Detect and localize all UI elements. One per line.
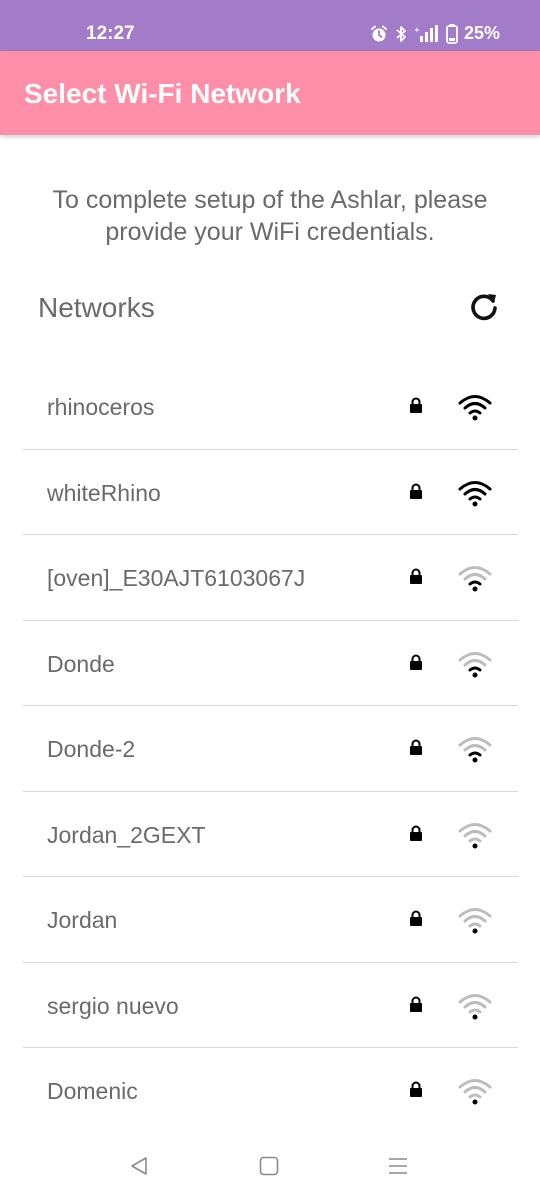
networks-heading: Networks <box>38 292 155 323</box>
network-name: Jordan <box>47 907 118 933</box>
network-name: Donde-2 <box>47 736 136 762</box>
page-title: Select Wi-Fi Network <box>24 78 301 109</box>
lock-icon <box>409 654 423 675</box>
network-row[interactable]: Jordan_2GEXT <box>23 792 518 877</box>
wifi-signal-icon <box>457 1076 493 1111</box>
app-bar: Select Wi-Fi Network <box>0 51 540 135</box>
lock-icon <box>409 397 423 418</box>
network-name: rhinoceros <box>47 394 155 420</box>
lock-icon <box>409 910 423 931</box>
home-icon[interactable] <box>258 1155 280 1177</box>
recents-icon[interactable] <box>387 1155 409 1177</box>
alarm-icon <box>370 25 387 41</box>
wifi-signal-icon <box>457 649 493 684</box>
lock-icon <box>409 739 423 760</box>
lock-icon <box>409 1081 423 1102</box>
intro-text: To complete setup of the Ashlar, please … <box>20 184 520 248</box>
battery-icon <box>446 23 458 44</box>
lock-icon <box>409 568 423 589</box>
navigation-bar <box>0 1135 540 1200</box>
status-icons: + 25% <box>370 23 500 44</box>
refresh-button[interactable] <box>466 288 502 324</box>
network-row[interactable]: sergio nuevo <box>23 963 518 1048</box>
wifi-signal-icon <box>457 478 493 513</box>
status-bar: 12:27 + 25% <box>0 0 540 51</box>
wifi-signal-icon <box>457 392 493 427</box>
wifi-signal-icon <box>457 905 493 940</box>
network-name: sergio nuevo <box>47 992 179 1019</box>
network-row[interactable]: rhinoceros <box>23 364 518 450</box>
network-row[interactable]: whiteRhino <box>23 450 518 535</box>
wifi-signal-icon <box>457 991 493 1026</box>
intro-line-1: To complete setup of the Ashlar, please <box>52 186 488 214</box>
network-name: Donde <box>47 650 115 677</box>
network-name: Domenic <box>47 1078 138 1104</box>
back-icon[interactable] <box>128 1155 150 1177</box>
lock-icon <box>409 996 423 1017</box>
wifi-signal-icon <box>457 734 493 769</box>
network-row[interactable]: Jordan <box>23 877 518 963</box>
intro-line-2: provide your WiFi credentials. <box>105 218 435 246</box>
network-list: rhinoceros whiteRhino [oven]_E30AJT6103067… <box>23 364 518 1134</box>
network-row[interactable]: Donde <box>23 621 518 706</box>
signal-icon: + <box>414 24 438 42</box>
network-name: Jordan_2GEXT <box>47 821 206 848</box>
network-row[interactable]: Domenic <box>23 1048 518 1134</box>
lock-icon <box>409 825 423 846</box>
status-time: 12:27 <box>86 23 135 44</box>
network-row[interactable]: [oven]_E30AJT6103067J <box>23 535 518 621</box>
network-row[interactable]: Donde-2 <box>23 706 518 792</box>
network-name: [oven]_E30AJT6103067J <box>47 565 306 591</box>
lock-icon <box>409 483 423 504</box>
network-name: whiteRhino <box>47 479 161 506</box>
wifi-signal-icon <box>457 820 493 855</box>
bluetooth-icon <box>396 25 406 42</box>
battery-percent: 25% <box>463 23 500 43</box>
refresh-icon <box>471 294 497 321</box>
svg-text:+: + <box>414 26 420 34</box>
wifi-signal-icon <box>457 563 493 598</box>
